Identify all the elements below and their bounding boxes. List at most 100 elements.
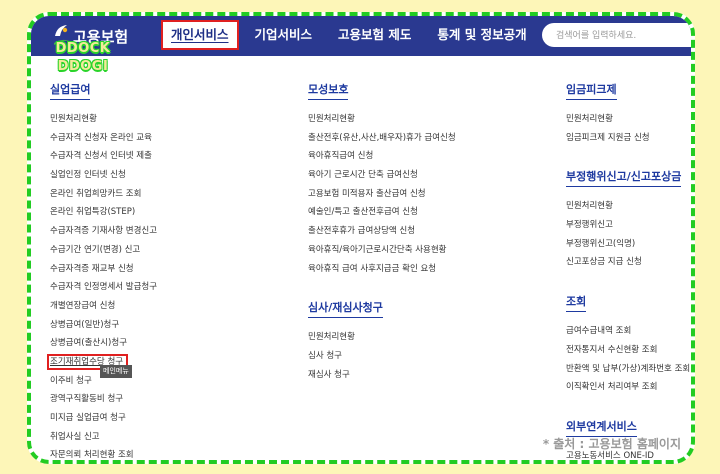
- menu-link[interactable]: 개별연장급여 신청: [50, 297, 157, 316]
- menu-link-highlighted[interactable]: 조기재취업수당 청구 메인메뉴: [47, 353, 157, 378]
- menu-link-label: 고용노동서비스 ONE-ID: [566, 450, 654, 461]
- menu-link[interactable]: 육아휴직/육아기근로시간단축 사용현황: [308, 241, 456, 260]
- menu-link-label: 수급자격 신청자 온라인 교육: [50, 132, 152, 143]
- menu-link[interactable]: 민원처리현황: [566, 197, 690, 216]
- menu-link[interactable]: 육아휴직 급여 사후지급금 확인 요청: [308, 260, 456, 279]
- screenshot-frame: 고용보험 개인서비스 기업서비스 고용보험 제도 통계 및 정보공개 검색어를 입력하…: [27, 12, 695, 464]
- menu-link-label: 이직확인서 처리여부 조회: [566, 382, 658, 393]
- menu-link[interactable]: 민원처리현황: [308, 110, 456, 129]
- menu-section: 모성보호민원처리현황출산전후(유산,사산,배우자)휴가 급여신청육아휴직급여 신…: [308, 78, 456, 278]
- menu-link[interactable]: 임금피크제 지원금 신청: [566, 129, 690, 148]
- menu-link-label: 미지급 실업급여 청구: [50, 413, 126, 423]
- nav-item[interactable]: 기업서비스: [245, 20, 323, 50]
- menu-link[interactable]: 예술인/특고 출산전후급여 신청: [308, 203, 456, 222]
- menu-link[interactable]: 출산전후(유산,사산,배우자)휴가 급여신청: [308, 129, 456, 148]
- menu-link-label: 자문의뢰 처리현황 조회: [50, 450, 134, 461]
- menu-link[interactable]: 수급자격증 기재사항 변경신고: [50, 222, 157, 241]
- menu-link-label: 전자통지서 수신현황 조회: [566, 344, 658, 355]
- menu-section: 심사/재심사청구민원처리현황심사 청구재심사 청구: [308, 296, 456, 384]
- menu-link[interactable]: 민원처리현황: [308, 328, 456, 347]
- menu-link-label: 출산전후(유산,사산,배우자)휴가 급여신청: [308, 132, 456, 143]
- menu-link-label: 실업인정 인터넷 신청: [50, 170, 126, 181]
- menu-link[interactable]: 실업인정 인터넷 신청: [50, 166, 157, 185]
- menu-link-label: 온라인 취업특강(STEP): [50, 207, 136, 218]
- section-title[interactable]: 실업급여: [50, 81, 91, 100]
- menu-link[interactable]: 이직확인서 처리여부 조회: [566, 378, 690, 397]
- menu-link-label: 육아휴직 급여 사후지급금 확인 요청: [308, 263, 437, 274]
- menu-link[interactable]: 취업사실 신고: [50, 428, 157, 447]
- section-title[interactable]: 임금피크제: [566, 81, 617, 100]
- menu-section: 실업급여민원처리현황수급자격 신청자 온라인 교육수급자격 신청서 인터넷 제출…: [47, 78, 157, 461]
- menu-link-label: 고용보험 미적용자 출산급여 신청: [308, 188, 426, 199]
- menu-list: 민원처리현황수급자격 신청자 온라인 교육수급자격 신청서 인터넷 제출실업인정…: [47, 110, 157, 461]
- menu-link[interactable]: 재심사 청구: [308, 366, 456, 385]
- menu-link[interactable]: 반환액 및 납부(가상)계좌번호 조회: [566, 360, 690, 379]
- menu-link[interactable]: 상병급여(출산시)청구: [50, 334, 157, 353]
- search-placeholder: 검색어를 입력하세요.: [556, 31, 637, 41]
- section-title[interactable]: 심사/재심사청구: [308, 299, 383, 319]
- menu-list: 민원처리현황출산전후(유산,사산,배우자)휴가 급여신청육아휴직급여 신청육아기…: [308, 110, 456, 278]
- menu-link-label: 민원처리현황: [308, 114, 355, 124]
- menu-link[interactable]: 육아기 근로시간 단축 급여신청: [308, 166, 456, 185]
- menu-link-label: 상병급여(일반)청구: [50, 319, 120, 330]
- menu-link[interactable]: 부정행위신고(익명): [566, 235, 690, 254]
- menu-link[interactable]: 수급자격증 재교부 신청: [50, 260, 157, 279]
- menu-link[interactable]: 미지급 실업급여 청구: [50, 409, 157, 428]
- menu-link-label: 수급기간 연기(변경) 신고: [50, 244, 141, 255]
- search-input[interactable]: 검색어를 입력하세요.: [542, 23, 691, 47]
- menu-link-label: 심사 청구: [308, 350, 342, 361]
- menu-link[interactable]: 고용보험 미적용자 출산급여 신청: [308, 185, 456, 204]
- menu-link-label: 수급자격증 재교부 신청: [50, 263, 134, 274]
- menu-link-label: 육아휴직급여 신청: [308, 151, 374, 162]
- watermark-line: DDOGI: [57, 59, 109, 74]
- nav-item[interactable]: 통계 및 정보공개: [427, 20, 536, 50]
- menu-link-label: 반환액 및 납부(가상)계좌번호 조회: [566, 363, 691, 374]
- menu-section: 임금피크제민원처리현황 임금피크제 지원금 신청: [566, 78, 690, 147]
- menu-link[interactable]: 출산전후휴가 급여상당액 신청: [308, 222, 456, 241]
- menu-list: 민원처리현황 부정행위신고부정행위신고(익명) 신고포상금 지급 신청: [566, 197, 690, 272]
- menu-column-3: 임금피크제 민원처리현황 임금피크제 지원금 신청 부정행위신고/신고포상금 민원처리현…: [566, 78, 690, 461]
- section-title[interactable]: 모성보호: [308, 81, 349, 100]
- menu-link[interactable]: 민원처리현황: [50, 110, 157, 129]
- menu-link[interactable]: 자문의뢰 처리현황 조회: [50, 446, 157, 461]
- menu-link-label: 민원처리현황: [308, 332, 355, 343]
- menu-link-label: 온라인 취업희망카드 조회: [50, 188, 142, 199]
- menu-link-label: 육아휴직/육아기근로시간단축 사용현황: [308, 244, 447, 255]
- section-title[interactable]: 조회: [566, 293, 587, 313]
- watermark-line: DDOCK: [55, 41, 111, 56]
- menu-link[interactable]: 수급자격 신청자 온라인 교육: [50, 129, 157, 148]
- menu-link-label: 개별연장급여 신청: [50, 300, 116, 311]
- menu-link[interactable]: 온라인 취업특강(STEP): [50, 203, 157, 222]
- menu-link[interactable]: 민원처리현황: [566, 110, 690, 129]
- menu-section: 부정행위신고/신고포상금민원처리현황 부정행위신고부정행위신고(익명) 신고포상금 …: [566, 165, 690, 272]
- menu-column-2: 모성보호 민원처리현황 출산전후(유산,사산,배우자)휴가 급여신청 육아휴직급여 신…: [308, 78, 456, 384]
- source-caption: * 출처 : 고용보험 홈페이지: [542, 437, 681, 451]
- menu-link-label: 출산전후휴가 급여상당액 신청: [308, 226, 416, 237]
- menu-link[interactable]: 부정행위신고: [566, 216, 690, 235]
- menu-link[interactable]: 상병급여(일반)청구: [50, 316, 157, 335]
- menu-list: 민원처리현황 임금피크제 지원금 신청: [566, 110, 690, 147]
- menu-link[interactable]: 온라인 취업희망카드 조회: [50, 185, 157, 204]
- nav-item[interactable]: 개인서비스: [161, 20, 239, 50]
- nav-item[interactable]: 고용보험 제도: [328, 20, 421, 50]
- tooltip: 메인메뉴: [100, 364, 132, 378]
- menu-list: 민원처리현황심사 청구재심사 청구: [308, 328, 456, 384]
- menu-link-label: 부정행위신고(익명): [566, 238, 636, 249]
- menu-link-label: 급여수급내역 조회: [566, 326, 632, 337]
- menu-link-label: 예술인/특고 출산전후급여 신청: [308, 207, 418, 218]
- menu-link-label: 이주비 청구: [50, 375, 92, 386]
- menu-link[interactable]: 수급기간 연기(변경) 신고: [50, 241, 157, 260]
- menu-link[interactable]: 심사 청구: [308, 347, 456, 366]
- menu-link[interactable]: 육아휴직급여 신청: [308, 147, 456, 166]
- menu-link[interactable]: 급여수급내역 조회: [566, 322, 690, 341]
- section-title[interactable]: 부정행위신고/신고포상금: [566, 168, 682, 188]
- menu-link-label: 재심사 청구: [308, 369, 350, 380]
- menu-link[interactable]: 신고포상금 지급 신청: [566, 253, 690, 272]
- menu-link[interactable]: 수급자격 인정명세서 발급청구: [50, 278, 157, 297]
- menu-link[interactable]: 전자통지서 수신현황 조회: [566, 341, 690, 360]
- menu-link-label: 신고포상금 지급 신청: [566, 257, 642, 268]
- menu-column-1: 실업급여민원처리현황수급자격 신청자 온라인 교육수급자격 신청서 인터넷 제출…: [47, 78, 157, 461]
- main-nav: 개인서비스 기업서비스 고용보험 제도 통계 및 정보공개: [161, 20, 543, 50]
- menu-link[interactable]: 광역구직활동비 청구: [50, 390, 157, 409]
- menu-link[interactable]: 수급자격 신청서 인터넷 제출: [50, 147, 157, 166]
